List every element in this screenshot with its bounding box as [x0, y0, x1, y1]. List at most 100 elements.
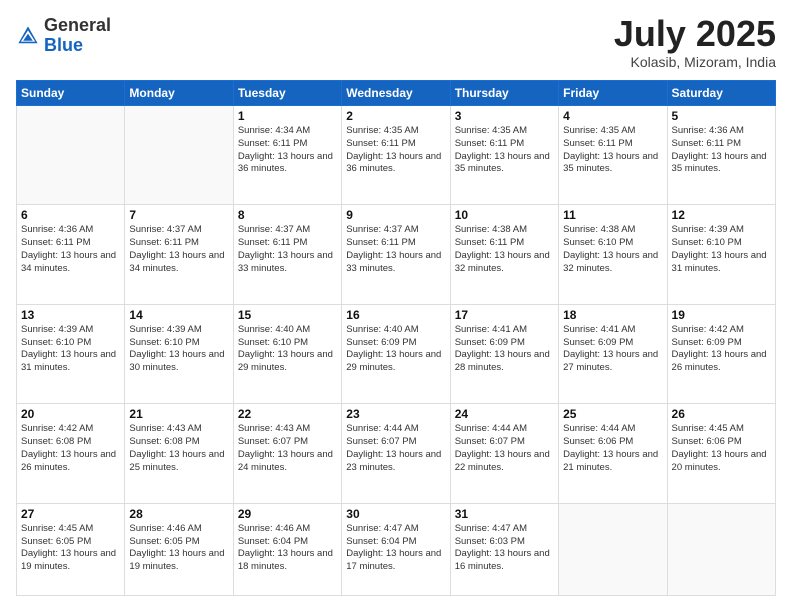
day-info: Sunrise: 4:43 AM Sunset: 6:07 PM Dayligh… [238, 423, 337, 474]
day-cell: 13 Sunrise: 4:39 AM Sunset: 6:10 PM Dayli… [17, 304, 125, 403]
day-info: Sunrise: 4:41 AM Sunset: 6:09 PM Dayligh… [455, 324, 554, 375]
location: Kolasib, Mizoram, India [614, 54, 776, 70]
calendar-table: Sunday Monday Tuesday Wednesday Thursday… [16, 80, 776, 596]
day-info: Sunrise: 4:35 AM Sunset: 6:11 PM Dayligh… [455, 125, 554, 176]
day-cell: 6 Sunrise: 4:36 AM Sunset: 6:11 PM Daylig… [17, 205, 125, 304]
day-cell: 12 Sunrise: 4:39 AM Sunset: 6:10 PM Dayli… [667, 205, 775, 304]
day-cell: 30Sunrise: 4:47 AM Sunset: 6:04 PM Dayli… [342, 503, 450, 595]
day-number: 23 [346, 407, 445, 421]
week-row-4: 27 Sunrise: 4:45 AM Sunset: 6:05 PM Dayli… [17, 503, 776, 595]
month-year: July 2025 [614, 16, 776, 52]
week-row-2: 13 Sunrise: 4:39 AM Sunset: 6:10 PM Dayli… [17, 304, 776, 403]
day-number: 30 [346, 507, 445, 521]
day-number: 2 [346, 109, 445, 123]
logo-blue: Blue [44, 35, 83, 55]
day-info: Sunrise: 4:46 AM Sunset: 6:05 PM Dayligh… [129, 523, 228, 574]
day-number: 31 [455, 507, 554, 521]
day-cell: 4 Sunrise: 4:35 AM Sunset: 6:11 PM Daylig… [559, 106, 667, 205]
day-info: Sunrise: 4:44 AM Sunset: 6:07 PM Dayligh… [346, 423, 445, 474]
day-info: Sunrise: 4:36 AM Sunset: 6:11 PM Dayligh… [21, 224, 120, 275]
logo-general: General [44, 15, 111, 35]
day-info: Sunrise: 4:37 AM Sunset: 6:11 PM Dayligh… [346, 224, 445, 275]
day-number: 19 [672, 308, 771, 322]
day-cell: 7 Sunrise: 4:37 AM Sunset: 6:11 PM Daylig… [125, 205, 233, 304]
day-info: Sunrise: 4:43 AM Sunset: 6:08 PM Dayligh… [129, 423, 228, 474]
day-number: 11 [563, 208, 662, 222]
day-cell: 19 Sunrise: 4:42 AM Sunset: 6:09 PM Dayli… [667, 304, 775, 403]
day-info: Sunrise: 4:44 AM Sunset: 6:06 PM Dayligh… [563, 423, 662, 474]
col-monday: Monday [125, 81, 233, 106]
day-info: Sunrise: 4:42 AM Sunset: 6:09 PM Dayligh… [672, 324, 771, 375]
day-cell: 22 Sunrise: 4:43 AM Sunset: 6:07 PM Dayli… [233, 404, 341, 503]
day-cell: 31 Sunrise: 4:47 AM Sunset: 6:03 PM Dayli… [450, 503, 558, 595]
day-info: Sunrise: 4:44 AM Sunset: 6:07 PM Dayligh… [455, 423, 554, 474]
day-number: 9 [346, 208, 445, 222]
day-number: 25 [563, 407, 662, 421]
day-cell: 5 Sunrise: 4:36 AM Sunset: 6:11 PM Daylig… [667, 106, 775, 205]
day-cell: 17Sunrise: 4:41 AM Sunset: 6:09 PM Dayli… [450, 304, 558, 403]
day-cell [125, 106, 233, 205]
header: General Blue July 2025 Kolasib, Mizoram,… [16, 16, 776, 70]
day-info: Sunrise: 4:40 AM Sunset: 6:09 PM Dayligh… [346, 324, 445, 375]
day-cell: 27 Sunrise: 4:45 AM Sunset: 6:05 PM Dayli… [17, 503, 125, 595]
day-number: 16 [346, 308, 445, 322]
day-info: Sunrise: 4:41 AM Sunset: 6:09 PM Dayligh… [563, 324, 662, 375]
day-info: Sunrise: 4:45 AM Sunset: 6:06 PM Dayligh… [672, 423, 771, 474]
day-info: Sunrise: 4:37 AM Sunset: 6:11 PM Dayligh… [238, 224, 337, 275]
day-cell [667, 503, 775, 595]
week-row-0: 1Sunrise: 4:34 AM Sunset: 6:11 PM Daylig… [17, 106, 776, 205]
day-cell: 23 Sunrise: 4:44 AM Sunset: 6:07 PM Dayli… [342, 404, 450, 503]
day-cell [559, 503, 667, 595]
day-number: 14 [129, 308, 228, 322]
day-number: 26 [672, 407, 771, 421]
day-number: 12 [672, 208, 771, 222]
day-info: Sunrise: 4:39 AM Sunset: 6:10 PM Dayligh… [672, 224, 771, 275]
day-number: 1 [238, 109, 337, 123]
day-number: 20 [21, 407, 120, 421]
col-tuesday: Tuesday [233, 81, 341, 106]
day-cell: 2Sunrise: 4:35 AM Sunset: 6:11 PM Daylig… [342, 106, 450, 205]
title-block: July 2025 Kolasib, Mizoram, India [614, 16, 776, 70]
day-cell: 1Sunrise: 4:34 AM Sunset: 6:11 PM Daylig… [233, 106, 341, 205]
day-number: 5 [672, 109, 771, 123]
day-cell: 18Sunrise: 4:41 AM Sunset: 6:09 PM Dayli… [559, 304, 667, 403]
logo-icon [16, 24, 40, 48]
day-number: 15 [238, 308, 337, 322]
header-row: Sunday Monday Tuesday Wednesday Thursday… [17, 81, 776, 106]
day-cell: 11Sunrise: 4:38 AM Sunset: 6:10 PM Dayli… [559, 205, 667, 304]
day-number: 4 [563, 109, 662, 123]
day-number: 29 [238, 507, 337, 521]
day-number: 21 [129, 407, 228, 421]
day-cell: 15Sunrise: 4:40 AM Sunset: 6:10 PM Dayli… [233, 304, 341, 403]
day-number: 6 [21, 208, 120, 222]
day-cell: 21 Sunrise: 4:43 AM Sunset: 6:08 PM Dayli… [125, 404, 233, 503]
day-number: 13 [21, 308, 120, 322]
col-wednesday: Wednesday [342, 81, 450, 106]
day-cell [17, 106, 125, 205]
day-cell: 14 Sunrise: 4:39 AM Sunset: 6:10 PM Dayli… [125, 304, 233, 403]
day-number: 3 [455, 109, 554, 123]
day-info: Sunrise: 4:36 AM Sunset: 6:11 PM Dayligh… [672, 125, 771, 176]
day-info: Sunrise: 4:35 AM Sunset: 6:11 PM Dayligh… [563, 125, 662, 176]
day-number: 22 [238, 407, 337, 421]
week-row-1: 6 Sunrise: 4:36 AM Sunset: 6:11 PM Daylig… [17, 205, 776, 304]
day-info: Sunrise: 4:46 AM Sunset: 6:04 PM Dayligh… [238, 523, 337, 574]
day-info: Sunrise: 4:37 AM Sunset: 6:11 PM Dayligh… [129, 224, 228, 275]
day-cell: 9 Sunrise: 4:37 AM Sunset: 6:11 PM Daylig… [342, 205, 450, 304]
day-cell: 26 Sunrise: 4:45 AM Sunset: 6:06 PM Dayli… [667, 404, 775, 503]
day-cell: 25 Sunrise: 4:44 AM Sunset: 6:06 PM Dayli… [559, 404, 667, 503]
day-number: 24 [455, 407, 554, 421]
day-cell: 20Sunrise: 4:42 AM Sunset: 6:08 PM Dayli… [17, 404, 125, 503]
day-number: 7 [129, 208, 228, 222]
day-cell: 8 Sunrise: 4:37 AM Sunset: 6:11 PM Daylig… [233, 205, 341, 304]
day-info: Sunrise: 4:47 AM Sunset: 6:03 PM Dayligh… [455, 523, 554, 574]
day-info: Sunrise: 4:39 AM Sunset: 6:10 PM Dayligh… [129, 324, 228, 375]
day-info: Sunrise: 4:45 AM Sunset: 6:05 PM Dayligh… [21, 523, 120, 574]
col-saturday: Saturday [667, 81, 775, 106]
week-row-3: 20Sunrise: 4:42 AM Sunset: 6:08 PM Dayli… [17, 404, 776, 503]
col-thursday: Thursday [450, 81, 558, 106]
page: General Blue July 2025 Kolasib, Mizoram,… [0, 0, 792, 612]
day-number: 27 [21, 507, 120, 521]
day-number: 8 [238, 208, 337, 222]
day-info: Sunrise: 4:39 AM Sunset: 6:10 PM Dayligh… [21, 324, 120, 375]
